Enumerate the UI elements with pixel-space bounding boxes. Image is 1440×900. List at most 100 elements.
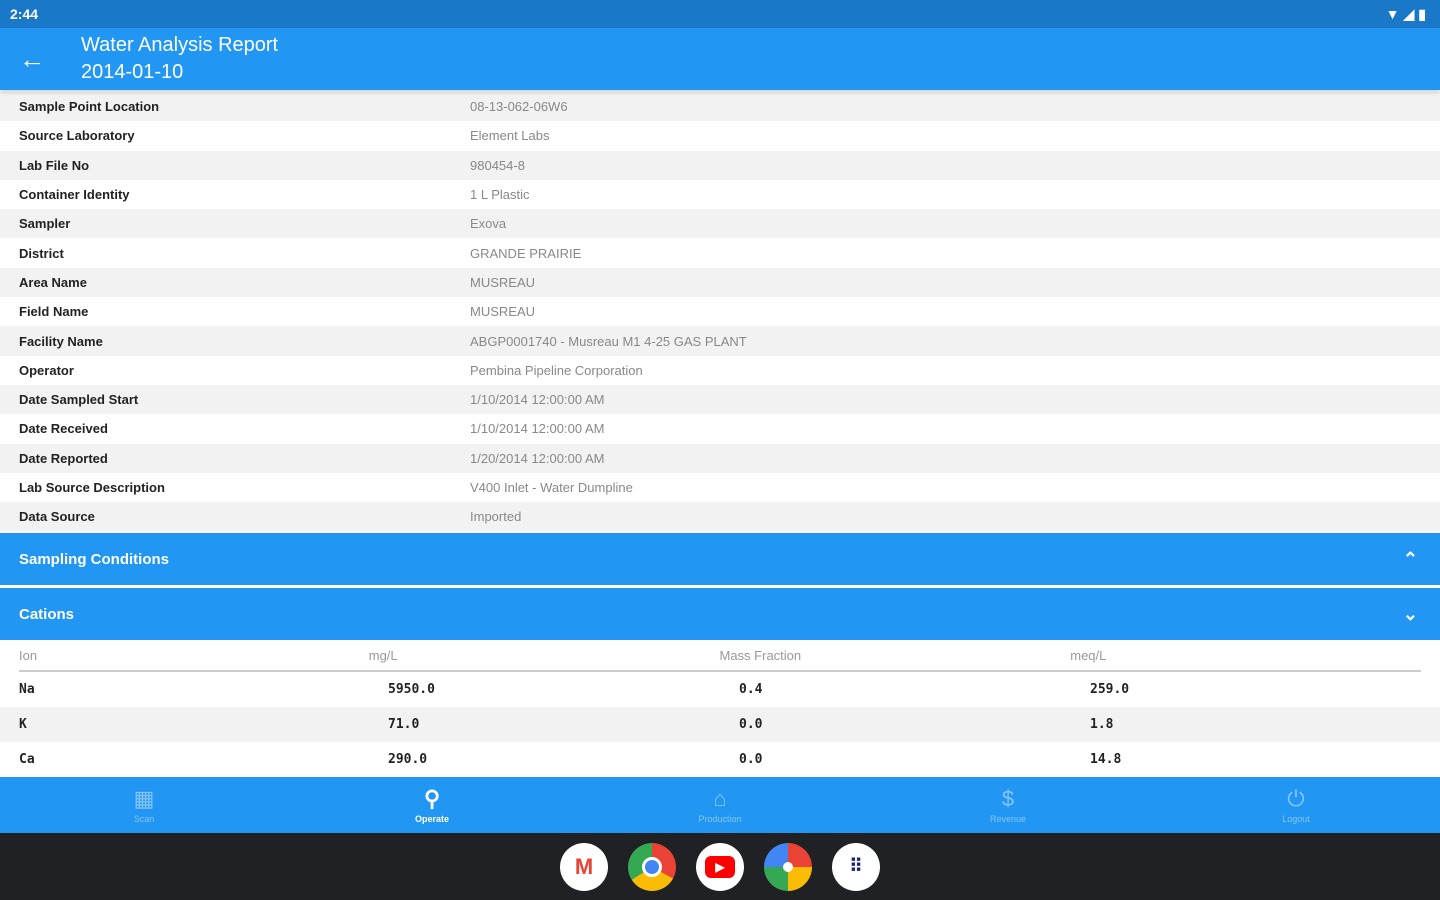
table-cell: 290.0 xyxy=(388,752,428,767)
detail-value: 1 L Plastic xyxy=(470,187,530,203)
column-header: meq/L xyxy=(1070,647,1107,663)
detail-value: ABGP0001740 - Musreau M1 4-25 GAS PLANT xyxy=(470,333,747,349)
table-cell: 0.4 xyxy=(739,682,763,697)
qr-code-icon: ▦ xyxy=(133,786,155,811)
detail-label: Container Identity xyxy=(19,187,130,203)
detail-row: Sample Point Location 08-13-062-06W6 xyxy=(0,92,1440,122)
app-bar: ← Water Analysis Report 2014-01-10 xyxy=(0,28,1440,90)
detail-row: Facility Name ABGP0001740 - Musreau M1 4-… xyxy=(0,326,1440,356)
detail-value: MUSREAU xyxy=(470,304,536,320)
detail-value: Imported xyxy=(470,509,522,525)
page-subtitle: 2014-01-10 xyxy=(81,61,184,83)
detail-label: Source Laboratory xyxy=(19,128,135,144)
section-title: Cations xyxy=(19,605,75,623)
app-drawer-icon[interactable]: ⠿ xyxy=(832,842,880,891)
column-header: mg/L xyxy=(368,647,398,663)
cations-header[interactable]: Cations ⌄ xyxy=(0,588,1440,640)
battery-icon: ▮ xyxy=(1418,5,1426,22)
table-row: Na 5950.0 0.4 259.0 xyxy=(0,672,1440,707)
detail-row: Sampler Exova xyxy=(0,209,1440,239)
table-row: K 71.0 0.0 1.8 xyxy=(0,707,1440,742)
detail-label: Sample Point Location xyxy=(19,99,160,115)
table-cell: Ca xyxy=(19,752,35,767)
detail-row: Source Laboratory Element Labs xyxy=(0,121,1440,151)
section-title: Sampling Conditions xyxy=(19,550,169,568)
power-icon: ⏻ xyxy=(1287,786,1305,811)
detail-label: Area Name xyxy=(19,274,87,290)
detail-row: Date Received 1/10/2014 12:00:00 AM xyxy=(0,414,1440,444)
detail-label: Date Reported xyxy=(19,450,108,466)
nav-label: Production xyxy=(698,814,742,824)
detail-label: Lab File No xyxy=(19,157,90,173)
bottom-navigation: ▦ Scan ⚲ Operate ⌂ Production $ Revenue … xyxy=(0,777,1440,833)
column-header: Ion xyxy=(19,647,38,663)
table-cell: 259.0 xyxy=(1090,682,1130,697)
detail-value: Pembina Pipeline Corporation xyxy=(470,362,643,378)
detail-row: Date Sampled Start 1/10/2014 12:00:00 AM xyxy=(0,384,1440,415)
sampling-conditions-header[interactable]: Sampling Conditions ⌃ xyxy=(0,533,1440,585)
detail-row: Operator Pembina Pipeline Corporation xyxy=(0,355,1440,385)
detail-label: Field Name xyxy=(19,304,89,320)
wifi-icon: ▼ xyxy=(1385,6,1400,22)
detail-row: Area Name MUSREAU xyxy=(0,267,1440,298)
nav-scan[interactable]: ▦ Scan xyxy=(0,777,288,833)
system-taskbar: M ▶ ⠿ xyxy=(0,833,1440,900)
chevron-down-icon[interactable]: ⌄ xyxy=(1403,604,1418,625)
dollar-icon: $ xyxy=(1001,786,1015,811)
table-cell: 0.0 xyxy=(739,717,763,732)
detail-row: Container Identity 1 L Plastic xyxy=(0,179,1440,210)
chrome-icon[interactable] xyxy=(628,842,676,891)
detail-label: District xyxy=(19,245,64,261)
photos-icon[interactable] xyxy=(764,842,812,891)
detail-row: Lab File No 980454-8 xyxy=(0,150,1440,180)
detail-label: Lab Source Description xyxy=(19,480,165,495)
nav-production[interactable]: ⌂ Production xyxy=(576,777,864,833)
detail-label: Date Received xyxy=(19,421,108,437)
detail-value: 980454-8 xyxy=(470,157,525,173)
detail-value: 1/10/2014 12:00:00 AM xyxy=(470,421,605,437)
detail-value: Element Labs xyxy=(470,128,550,144)
youtube-icon[interactable]: ▶ xyxy=(696,842,744,891)
status-time: 2:44 xyxy=(10,6,39,22)
home-icon: ⌂ xyxy=(713,786,727,811)
detail-row: Lab Source Description V400 Inlet - Water… xyxy=(0,472,1440,503)
table-cell: 5950.0 xyxy=(388,682,435,697)
table-body: Na 5950.0 0.4 259.0 K 71.0 0.0 1.8 Ca 29… xyxy=(0,672,1440,777)
detail-row: Data Source Imported xyxy=(0,502,1440,532)
nav-label: Scan xyxy=(133,814,155,824)
detail-value: V400 Inlet - Water Dumpline xyxy=(470,480,633,495)
nav-label: Logout xyxy=(1282,814,1310,824)
detail-row: Date Reported 1/20/2014 12:00:00 AM xyxy=(0,443,1440,473)
table-cell: 1.8 xyxy=(1090,717,1114,732)
nav-operate[interactable]: ⚲ Operate xyxy=(288,777,576,833)
detail-label: Sampler xyxy=(19,216,71,232)
nav-label: Revenue xyxy=(989,814,1027,824)
nav-logout[interactable]: ⏻ Logout xyxy=(1152,777,1440,833)
table-header: Ion mg/L Mass Fraction meq/L xyxy=(19,640,1421,672)
signal-icon: ◢ xyxy=(1403,5,1415,22)
detail-label: Facility Name xyxy=(19,333,103,349)
detail-row: Field Name MUSREAU xyxy=(0,297,1440,327)
app-bar-titles: Water Analysis Report 2014-01-10 xyxy=(81,32,278,86)
status-bar: 2:44 ▼ ◢ ▮ xyxy=(0,0,1440,28)
nav-revenue[interactable]: $ Revenue xyxy=(864,777,1152,833)
table-cell: 14.8 xyxy=(1090,752,1122,767)
table-row: Ca 290.0 0.0 14.8 xyxy=(0,742,1440,777)
table-cell: 71.0 xyxy=(388,717,420,732)
detail-value: 1/20/2014 12:00:00 AM xyxy=(470,450,605,466)
detail-value: GRANDE PRAIRIE xyxy=(470,245,582,261)
detail-label: Data Source xyxy=(19,509,95,525)
column-header: Mass Fraction xyxy=(719,647,802,663)
page-title: Water Analysis Report xyxy=(81,34,279,56)
detail-value: 08-13-062-06W6 xyxy=(470,99,568,115)
gmail-icon[interactable]: M xyxy=(560,842,608,891)
table-cell: Na xyxy=(19,682,35,697)
back-arrow-icon[interactable]: ← xyxy=(0,28,64,90)
nav-label: Operate xyxy=(414,814,449,824)
detail-label: Date Sampled Start xyxy=(19,392,139,408)
detail-value: 1/10/2014 12:00:00 AM xyxy=(470,392,605,408)
search-icon: ⚲ xyxy=(423,786,441,811)
table-cell: 0.0 xyxy=(739,752,763,767)
detail-value: Exova xyxy=(470,216,507,232)
chevron-up-icon[interactable]: ⌃ xyxy=(1403,549,1418,570)
